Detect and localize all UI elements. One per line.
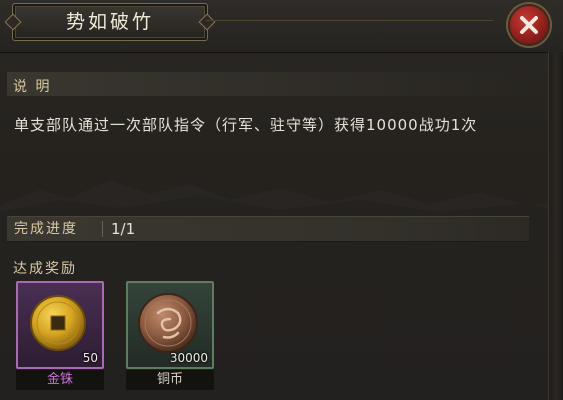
description-text: 单支部队通过一次部队指令（行军、驻守等）获得10000战功1次: [14, 116, 478, 134]
progress-value: 1/1: [111, 220, 136, 238]
dialog-right-edge: [548, 52, 563, 400]
reward-quantity: 30000: [169, 351, 208, 365]
progress-divider: [102, 221, 103, 237]
description-label: 说 明: [13, 79, 52, 95]
reward-item-gold[interactable]: 50: [16, 281, 104, 369]
progress-row: 完成进度 1/1: [7, 216, 529, 242]
title-frame: 势如破竹: [12, 3, 208, 41]
reward-name-gold: 金铢: [16, 370, 104, 390]
header-divider: [206, 20, 493, 21]
dialog-title: 势如破竹: [65, 11, 154, 33]
rewards-label: 达成奖励: [13, 261, 77, 277]
reward-item-copper[interactable]: 30000: [126, 281, 214, 369]
close-button[interactable]: [508, 4, 550, 46]
dialog-header: 势如破竹: [0, 0, 563, 53]
close-icon: [520, 16, 538, 34]
reward-name-copper: 铜币: [126, 370, 214, 390]
task-dialog: 势如破竹 说 明 单支部队通过一次部队指令（行军、驻守等）获得10000战功1次…: [0, 0, 563, 400]
progress-label: 完成进度: [14, 221, 78, 237]
reward-quantity: 50: [82, 351, 98, 365]
description-header-strip: [7, 72, 547, 96]
mountain-background: [0, 180, 563, 220]
